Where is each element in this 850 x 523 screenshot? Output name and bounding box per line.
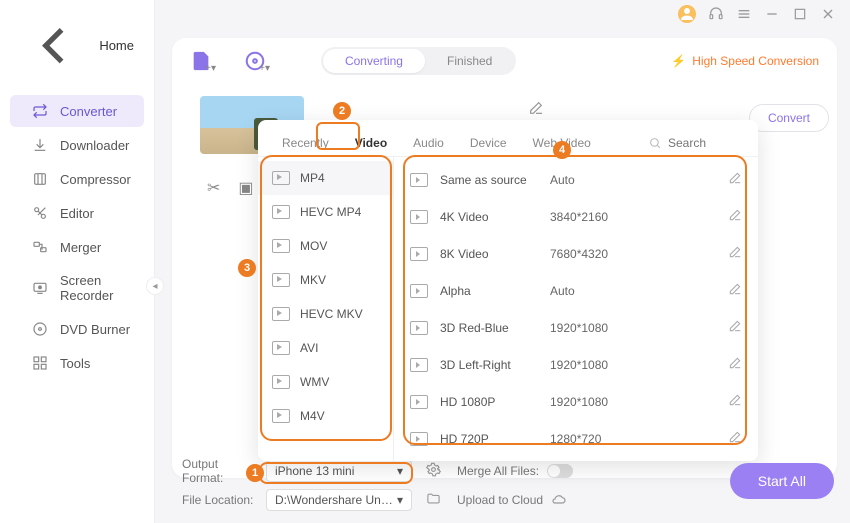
callout-badge-3: 3 xyxy=(238,259,256,277)
panel-topbar: +▾ +▾ Converting Finished ⚡ High Speed C… xyxy=(172,38,837,84)
callout-highlight-3 xyxy=(260,155,392,441)
converter-icon xyxy=(32,103,48,119)
sidebar-item-label: Converter xyxy=(60,104,117,119)
search-input[interactable] xyxy=(668,136,738,150)
hamburger-icon[interactable] xyxy=(736,6,752,22)
editor-icon xyxy=(32,205,48,221)
start-all-button[interactable]: Start All xyxy=(730,463,834,499)
titlebar xyxy=(678,0,850,28)
sidebar-item-dvd-burner[interactable]: DVD Burner xyxy=(10,313,144,345)
sidebar-item-converter[interactable]: Converter xyxy=(10,95,144,127)
callout-highlight-1 xyxy=(259,462,413,484)
sidebar-item-label: Downloader xyxy=(60,138,129,153)
user-avatar[interactable] xyxy=(678,5,696,23)
sidebar-item-label: Tools xyxy=(60,356,90,371)
seg-finished[interactable]: Finished xyxy=(425,49,514,73)
sidebar-item-merger[interactable]: Merger xyxy=(10,231,144,263)
sidebar-item-label: Compressor xyxy=(60,172,131,187)
close-icon[interactable] xyxy=(820,6,836,22)
convert-button[interactable]: Convert xyxy=(749,104,829,132)
file-location-label: File Location: xyxy=(182,493,258,507)
hsc-label: High Speed Conversion xyxy=(692,54,819,68)
cloud-icon[interactable] xyxy=(551,491,567,510)
sidebar-item-compressor[interactable]: Compressor xyxy=(10,163,144,195)
sidebar-item-label: Editor xyxy=(60,206,94,221)
bolt-icon: ⚡ xyxy=(671,54,686,68)
file-location-select[interactable]: D:\Wondershare UniConverter 1 ▾ xyxy=(266,489,412,511)
sidebar-item-tools[interactable]: Tools xyxy=(10,347,144,379)
callout-badge-2: 2 xyxy=(333,102,351,120)
add-file-icon[interactable]: +▾ xyxy=(190,50,212,72)
headset-icon[interactable] xyxy=(708,6,724,22)
downloader-icon xyxy=(32,137,48,153)
sidebar-item-downloader[interactable]: Downloader xyxy=(10,129,144,161)
screen-recorder-icon xyxy=(32,280,48,296)
merge-label: Merge All Files: xyxy=(457,464,539,478)
scissors-icon[interactable]: ✂ xyxy=(207,178,220,198)
minimize-icon[interactable] xyxy=(764,6,780,22)
merger-icon xyxy=(32,239,48,255)
home-nav[interactable]: Home xyxy=(0,0,154,85)
sidebar: Home Converter Downloader Compressor Edi… xyxy=(0,0,155,523)
high-speed-conversion[interactable]: ⚡ High Speed Conversion xyxy=(671,54,819,68)
home-label: Home xyxy=(99,38,134,53)
compressor-icon xyxy=(32,171,48,187)
open-folder-icon[interactable] xyxy=(426,491,441,509)
callout-badge-4: 4 xyxy=(553,141,571,159)
file-location-value: D:\Wondershare UniConverter 1 xyxy=(275,493,395,507)
sidebar-item-label: Screen Recorder xyxy=(60,273,134,303)
status-segment: Converting Finished xyxy=(321,47,516,75)
settings-icon[interactable] xyxy=(426,462,441,480)
add-dvd-icon[interactable]: +▾ xyxy=(244,50,266,72)
crop-icon[interactable]: ▣ xyxy=(238,178,253,198)
sidebar-item-editor[interactable]: Editor xyxy=(10,197,144,229)
sidebar-item-screen-recorder[interactable]: Screen Recorder xyxy=(10,265,144,311)
sidebar-item-label: Merger xyxy=(60,240,101,255)
sidebar-item-label: DVD Burner xyxy=(60,322,130,337)
format-search[interactable] xyxy=(649,136,744,150)
edit-target-icon[interactable] xyxy=(528,100,544,121)
tab-audio[interactable]: Audio xyxy=(403,130,454,156)
upload-cloud-label: Upload to Cloud xyxy=(457,493,543,507)
chevron-down-icon: ▾ xyxy=(397,493,403,507)
sidebar-list: Converter Downloader Compressor Editor M… xyxy=(0,95,154,379)
edit-toolbar: ✂ ▣ xyxy=(207,178,254,198)
sidebar-collapse-button[interactable]: ◂ xyxy=(146,277,164,295)
callout-highlight-4 xyxy=(403,155,747,445)
merge-toggle[interactable] xyxy=(547,464,573,478)
callout-highlight-2 xyxy=(316,122,360,150)
maximize-icon[interactable] xyxy=(792,6,808,22)
callout-badge-1: 1 xyxy=(246,464,264,482)
seg-converting[interactable]: Converting xyxy=(323,49,425,73)
dvd-burner-icon xyxy=(32,321,48,337)
tools-icon xyxy=(32,355,48,371)
tab-device[interactable]: Device xyxy=(460,130,517,156)
